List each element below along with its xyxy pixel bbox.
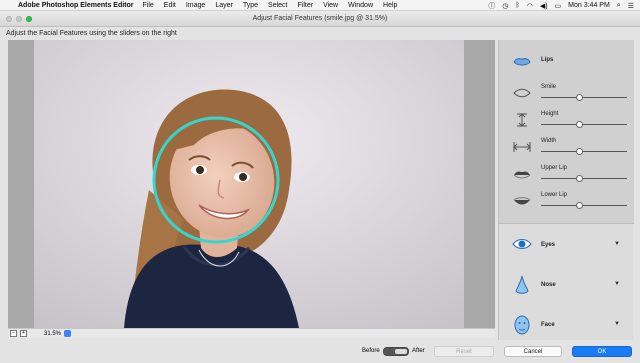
- eyes-group[interactable]: Eyes ▼: [499, 226, 634, 266]
- after-label: After: [412, 348, 425, 354]
- ok-button[interactable]: OK: [572, 346, 632, 357]
- photo: [34, 40, 464, 328]
- lower-lip-icon: [513, 197, 531, 205]
- smile-slider-knob[interactable]: [576, 94, 584, 101]
- face-group[interactable]: Face ▼: [499, 306, 634, 346]
- window-titlebar: Adjust Facial Features (smile.jpg @ 31.5…: [0, 11, 640, 27]
- zoom-out-icon[interactable]: −: [10, 330, 17, 337]
- cancel-button[interactable]: Cancel: [504, 346, 562, 357]
- zoom-level[interactable]: 31.5%: [44, 331, 61, 337]
- lower-lip-slider[interactable]: [541, 201, 627, 211]
- smile-slider[interactable]: [541, 93, 627, 103]
- upper-lip-slider[interactable]: [541, 174, 627, 184]
- face-label: Face: [541, 322, 555, 328]
- zoom-window-button[interactable]: [26, 16, 32, 22]
- minimize-window-button[interactable]: [16, 16, 22, 22]
- width-slider-knob[interactable]: [576, 148, 584, 155]
- app-name[interactable]: Adobe Photoshop Elements Editor: [18, 2, 134, 9]
- search-icon[interactable]: ⌕: [617, 2, 621, 10]
- height-slider-knob[interactable]: [576, 121, 584, 128]
- slider-row-width: Width: [499, 136, 634, 162]
- zoom-in-icon[interactable]: +: [20, 330, 27, 337]
- menu-list-icon[interactable]: ☰: [628, 2, 634, 10]
- upper-lip-icon: [513, 171, 531, 179]
- volume-icon[interactable]: ◀): [540, 2, 548, 10]
- menu-bar: Adobe Photoshop Elements Editor File Edi…: [0, 0, 640, 11]
- clock[interactable]: Mon 3:44 PM: [568, 2, 610, 9]
- before-after-toggle[interactable]: [383, 347, 409, 356]
- menu-select[interactable]: Select: [268, 2, 287, 9]
- width-label: Width: [541, 138, 557, 144]
- upper-lip-label: Upper Lip: [541, 165, 568, 171]
- image-canvas[interactable]: [8, 40, 495, 328]
- lower-lip-label: Lower Lip: [541, 192, 568, 198]
- slider-row-lower-lip: Lower Lip: [499, 190, 634, 216]
- chevron-down-icon[interactable]: ▼: [614, 281, 620, 287]
- facial-features-panel: Lips Smile Height Width Upper Lip Lower …: [498, 40, 634, 340]
- menu-image[interactable]: Image: [186, 2, 205, 9]
- slider-row-height: Height: [499, 109, 634, 135]
- menu-help[interactable]: Help: [383, 2, 397, 9]
- eyes-label: Eyes: [541, 242, 556, 248]
- menu-window[interactable]: Window: [348, 2, 373, 9]
- window-title: Adjust Facial Features (smile.jpg @ 31.5…: [252, 15, 388, 22]
- height-slider[interactable]: [541, 120, 627, 130]
- battery-icon[interactable]: ▭: [555, 2, 562, 10]
- reset-button[interactable]: Reset: [434, 346, 494, 357]
- lower-lip-slider-knob[interactable]: [576, 202, 584, 209]
- height-label: Height: [541, 111, 559, 117]
- menu-edit[interactable]: Edit: [164, 2, 176, 9]
- slider-row-smile: Smile: [499, 82, 634, 108]
- before-label: Before: [362, 348, 380, 354]
- info-icon[interactable]: ⓘ: [488, 1, 495, 11]
- menu-layer[interactable]: Layer: [215, 2, 233, 9]
- width-slider[interactable]: [541, 147, 627, 157]
- width-icon: [513, 142, 531, 152]
- close-window-button[interactable]: [6, 16, 12, 22]
- lips-header: Lips: [499, 52, 634, 68]
- chevron-down-icon[interactable]: ▼: [614, 241, 620, 247]
- nose-label: Nose: [541, 282, 556, 288]
- height-icon: [517, 113, 527, 127]
- instruction-text: Adjust the Facial Features using the sli…: [6, 30, 177, 37]
- smile-icon: [513, 88, 531, 98]
- wifi-icon[interactable]: ◠: [527, 2, 533, 10]
- eye-icon: [512, 239, 532, 249]
- menu-type[interactable]: Type: [243, 2, 258, 9]
- chevron-down-icon[interactable]: ▼: [614, 321, 620, 327]
- menu-filter[interactable]: Filter: [298, 2, 314, 9]
- lips-icon: [513, 58, 531, 66]
- slider-row-upper-lip: Upper Lip: [499, 163, 634, 189]
- nose-icon: [515, 275, 529, 294]
- menu-file[interactable]: File: [143, 2, 154, 9]
- lips-section: Lips Smile Height Width Upper Lip Lower …: [499, 40, 634, 224]
- timemachine-icon[interactable]: ◷: [502, 2, 508, 10]
- zoom-stepper[interactable]: [64, 330, 72, 337]
- face-icon: [514, 315, 530, 335]
- canvas-status-bar: − + 31.5%: [8, 328, 495, 338]
- upper-lip-slider-knob[interactable]: [576, 175, 584, 182]
- lips-label: Lips: [541, 57, 554, 63]
- bluetooth-icon[interactable]: ᛒ: [516, 2, 520, 9]
- dialog-footer: Before After Reset Cancel OK: [0, 341, 640, 363]
- nose-group[interactable]: Nose ▼: [499, 266, 634, 306]
- smile-label: Smile: [541, 84, 557, 90]
- menu-view[interactable]: View: [323, 2, 338, 9]
